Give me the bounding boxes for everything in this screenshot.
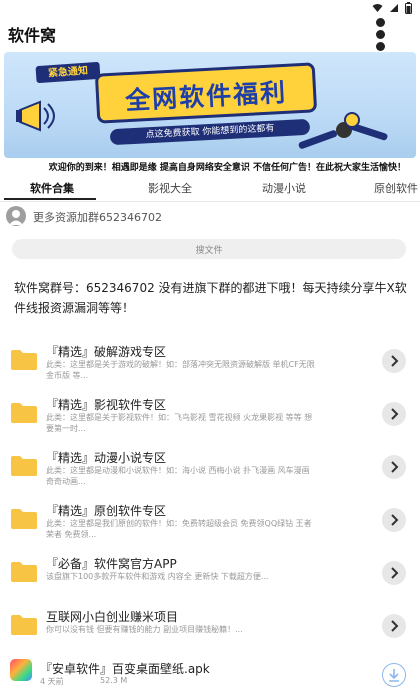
avatar [6,206,26,226]
item-title: 『精选』原创软件专区 [46,504,167,518]
tab-movies[interactable]: 影视大全 [148,180,192,196]
item-title: 『精选』动漫小说专区 [46,451,167,465]
tab-software[interactable]: 软件合集 [30,180,74,196]
item-description: 此类：这里都是关于游戏的破解！如：部落冲突无限资源破解版 单机CF无限金币版 等… [46,360,315,380]
folder-icon [11,562,37,582]
apk-age: 4 天前 [40,677,64,686]
apk-title: 『安卓软件』百变桌面壁纸.apk [40,662,210,676]
group-text: 更多资源加群652346702 [33,211,162,224]
item-description: 此类：这里都是动漫和小说软件！如：海小说 西梅小说 扑飞漫画 风车漫画 奇奇动画… [46,466,310,486]
wifi-icon [372,3,383,13]
folder-icon [11,350,37,370]
list-item[interactable]: 『精选』破解游戏专区 此类：这里都是关于游戏的破解！如：部落冲突无限资源破解版 … [0,337,420,395]
chevron-right-icon[interactable] [382,349,406,373]
item-description: 此类：这里都是我们原创的软件！如：免费转超级会员 免费领QQ绿钻 王者荣者 免费… [46,519,312,539]
item-description: 此类：这里都是关于影视软件！如：飞鸟影视 雪花视频 火龙果影视 等等 想要第一时… [46,413,313,433]
search-label: 搜文件 [195,246,223,256]
promo-banner[interactable]: 紧急通知 全网软件福利 点这免费获取 你能想到的这都有 [4,52,416,158]
battery-icon [405,2,412,14]
active-tab-indicator [4,198,96,200]
folder-icon [11,509,37,529]
divider [0,201,420,202]
apk-size: 52.3 M [100,676,128,685]
app-title: 软件窝 [8,26,57,45]
item-title: 『精选』影视软件专区 [46,398,167,412]
chevron-right-icon[interactable] [382,508,406,532]
microphone-icon [298,112,388,149]
signal-icon [389,3,399,13]
announcement-marquee: 欢迎你的到来！相遇即是缘 提高自身网络安全意识 不信任何广告！在此祝大家生活愉快… [48,163,406,173]
category-tabs: 软件合集 影视大全 动漫小说 原创软件 [0,178,420,200]
list-item[interactable]: 『精选』原创软件专区 此类：这里都是我们原创的软件！如：免费转超级会员 免费领Q… [0,496,420,554]
app-bar: 软件窝 [0,18,420,51]
more-options-icon[interactable] [374,18,386,51]
list-item[interactable]: 『精选』动漫小说专区 此类：这里都是动漫和小说软件！如：海小说 西梅小说 扑飞漫… [0,443,420,501]
search-files-button[interactable]: 搜文件 [12,239,406,259]
item-description: 你可以没有钱 但要有赚钱的能力 副业项目赚钱秘籍！... [46,625,243,634]
download-icon[interactable] [382,663,406,687]
tab-anime-novels[interactable]: 动漫小说 [262,180,306,196]
loudspeaker-icon [16,100,55,132]
item-title: 『精选』破解游戏专区 [46,345,167,359]
app-icon [10,659,32,681]
item-description: 该盘旗下100多款开车软件和游戏 内容全 更新快 下载超方便... [46,572,269,581]
list-item[interactable]: 『精选』影视软件专区 此类：这里都是关于影视软件！如：飞鸟影视 雪花视频 火龙果… [0,390,420,448]
chevron-right-icon[interactable] [382,561,406,585]
chevron-right-icon[interactable] [382,614,406,638]
banner-subtitle: 点这免费获取 你能想到的这都有 [109,118,311,146]
folder-icon [11,403,37,423]
apk-file-item[interactable]: 『安卓软件』百变桌面壁纸.apk 4 天前 52.3 M [0,655,420,700]
item-title: 『必备』软件窝官方APP [46,557,177,571]
item-title: 互联网小白创业赚米项目 [46,610,179,624]
group-info-row[interactable]: 更多资源加群652346702 [0,206,420,228]
chevron-right-icon[interactable] [382,402,406,426]
tab-original-software[interactable]: 原创软件 [374,180,418,196]
banner-headline: 全网软件福利 [124,77,288,116]
banner-tag: 紧急通知 [35,61,101,84]
folder-icon [11,615,37,635]
list-item[interactable]: 『必备』软件窝官方APP 该盘旗下100多款开车软件和游戏 内容全 更新快 下载… [0,549,420,607]
chevron-right-icon[interactable] [382,455,406,479]
list-item[interactable]: 互联网小白创业赚米项目 你可以没有钱 但要有赚钱的能力 副业项目赚钱秘籍！... [0,602,420,660]
folder-icon [11,456,37,476]
group-notice: 软件窝群号：652346702 没有进旗下群的都进下哦！每天持续分享牛X软件线报… [14,281,407,315]
status-bar [0,0,420,18]
banner-headline-box: 全网软件福利 [94,62,318,124]
